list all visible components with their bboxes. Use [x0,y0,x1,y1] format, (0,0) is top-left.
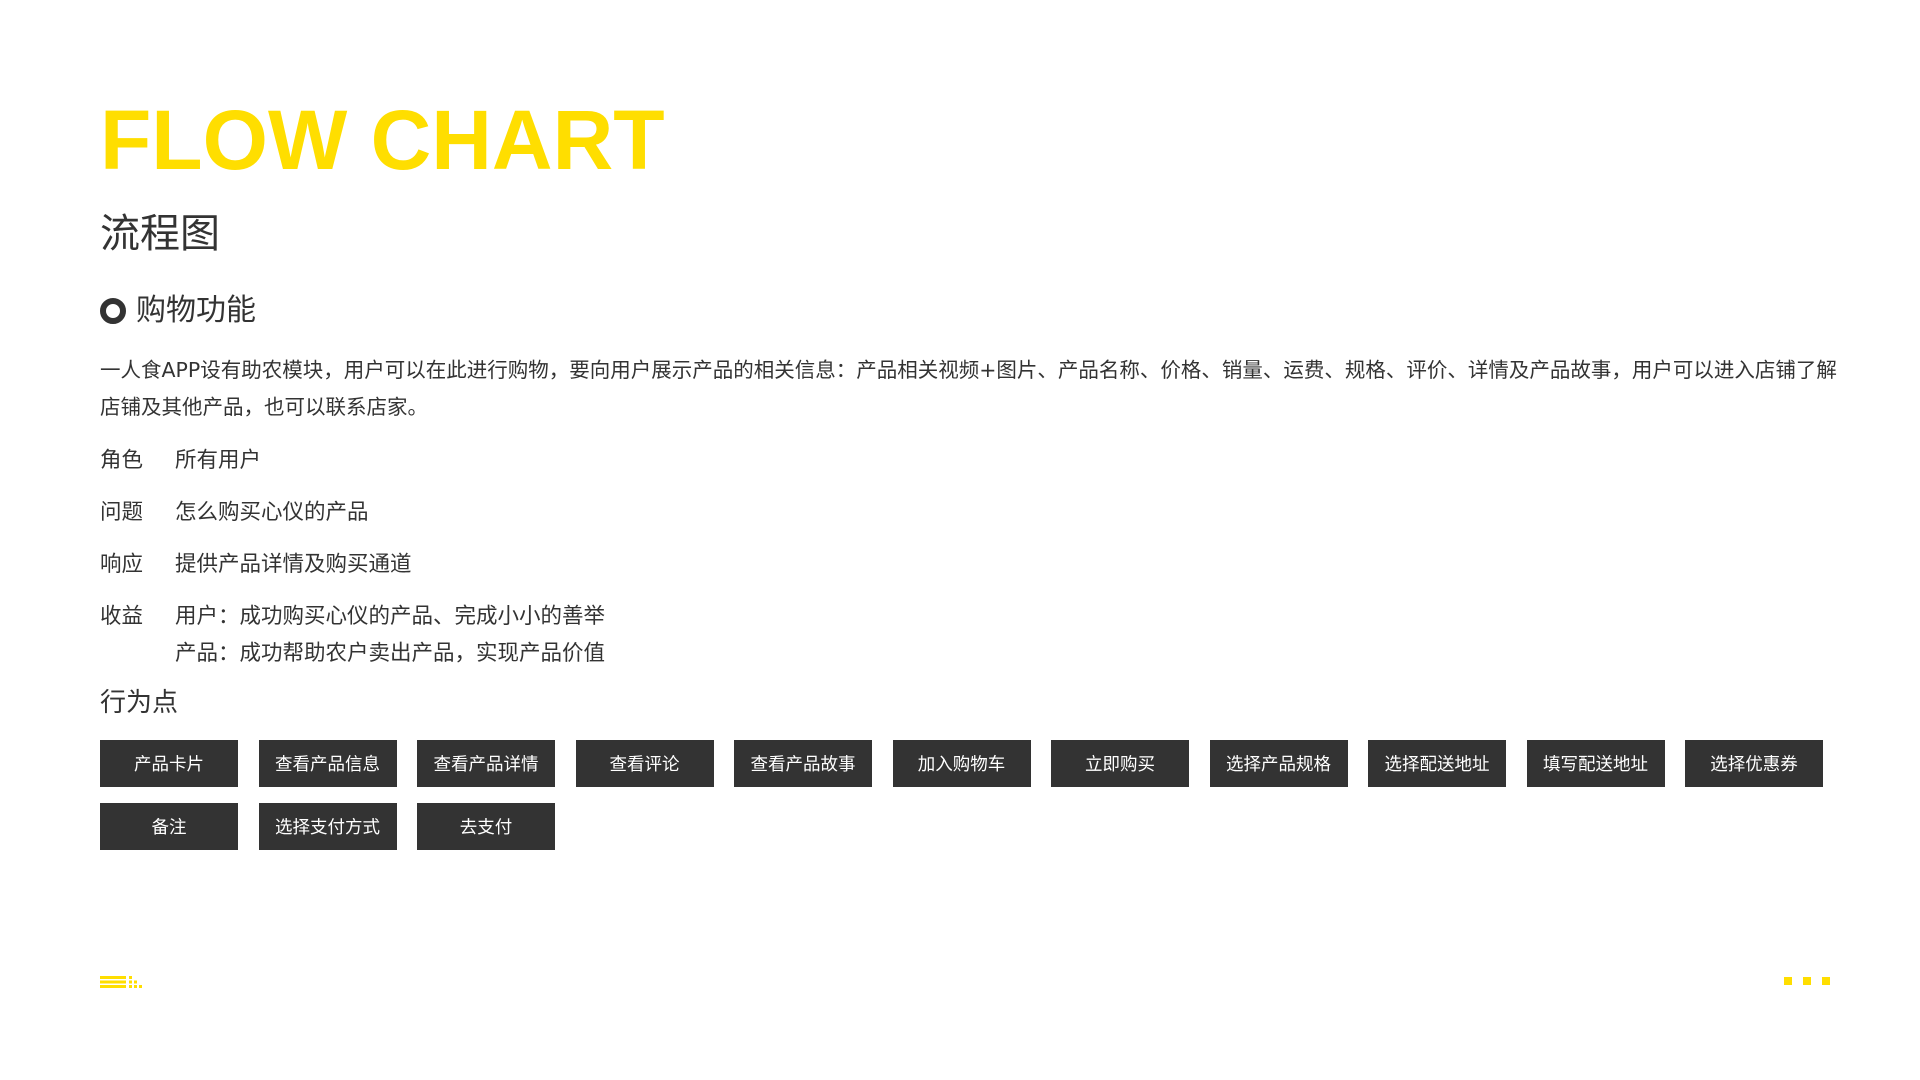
behavior-chip-select-spec[interactable]: 选择产品规格 [1209,740,1348,787]
info-value: 用户：成功购买心仪的产品、完成小小的善举 [175,604,606,629]
behavior-chip-fill-address[interactable]: 填写配送地址 [1526,740,1665,787]
info-values: 提供产品详情及购买通道 [175,546,412,583]
logo-mark-icon [100,976,142,988]
info-value: 产品：成功帮助农户卖出产品，实现产品价值 [175,641,606,666]
ring-icon [100,298,126,324]
page-title: FLOW CHART [100,93,665,187]
info-label: 角色 [100,448,144,473]
behavior-chip-pay[interactable]: 去支付 [417,803,555,850]
behavior-chip-view-product-story[interactable]: 查看产品故事 [734,740,872,787]
dot [1784,977,1792,985]
section-heading: 购物功能 [100,293,256,329]
behavior-chip-view-product-details[interactable]: 查看产品详情 [417,740,555,787]
info-values: 用户：成功购买心仪的产品、完成小小的善举 产品：成功帮助农户卖出产品，实现产品价… [175,598,605,672]
info-label: 问题 [100,500,144,525]
behavior-title: 行为点 [100,688,179,718]
behavior-chips: 产品卡片 查看产品信息 查看产品详情 查看评论 查看产品故事 加入购物车 立即购… [100,740,1840,850]
info-value: 提供产品详情及购买通道 [175,552,412,577]
behavior-chip-product-card[interactable]: 产品卡片 [100,740,238,787]
behavior-chip-view-reviews[interactable]: 查看评论 [575,740,714,787]
info-value: 怎么购买心仪的产品 [175,500,369,525]
dot [1803,977,1811,985]
section-description: 一人食APP设有助农模块，用户可以在此进行购物，要向用户展示产品的相关信息：产品… [100,358,1837,419]
behavior-chip-view-product-info[interactable]: 查看产品信息 [258,740,397,787]
behavior-chip-select-address[interactable]: 选择配送地址 [1368,740,1506,787]
behavior-chip-select-coupon[interactable]: 选择优惠券 [1685,740,1823,787]
behavior-chip-buy-now[interactable]: 立即购买 [1051,740,1189,787]
info-value: 所有用户 [175,448,262,473]
info-label: 响应 [100,552,144,577]
info-values: 所有用户 [175,442,261,479]
behavior-chip-add-to-cart[interactable]: 加入购物车 [892,740,1031,787]
info-list: 角色 所有用户 问题 怎么购买心仪的产品 响应 提供产品详情及购买通道 收益 用… [100,442,605,687]
page-subtitle: 流程图 [100,211,220,257]
info-row-benefit: 收益 用户：成功购买心仪的产品、完成小小的善举 产品：成功帮助农户卖出产品，实现… [100,598,605,672]
info-row-response: 响应 提供产品详情及购买通道 [100,546,605,583]
info-values: 怎么购买心仪的产品 [175,494,369,531]
dot [1822,977,1830,985]
behavior-chip-note[interactable]: 备注 [100,803,238,850]
info-label: 收益 [100,604,144,629]
info-row-role: 角色 所有用户 [100,442,605,479]
behavior-chip-select-payment[interactable]: 选择支付方式 [258,803,397,850]
info-row-problem: 问题 怎么购买心仪的产品 [100,494,605,531]
dots-icon [1784,977,1830,985]
section-title: 购物功能 [136,293,256,328]
